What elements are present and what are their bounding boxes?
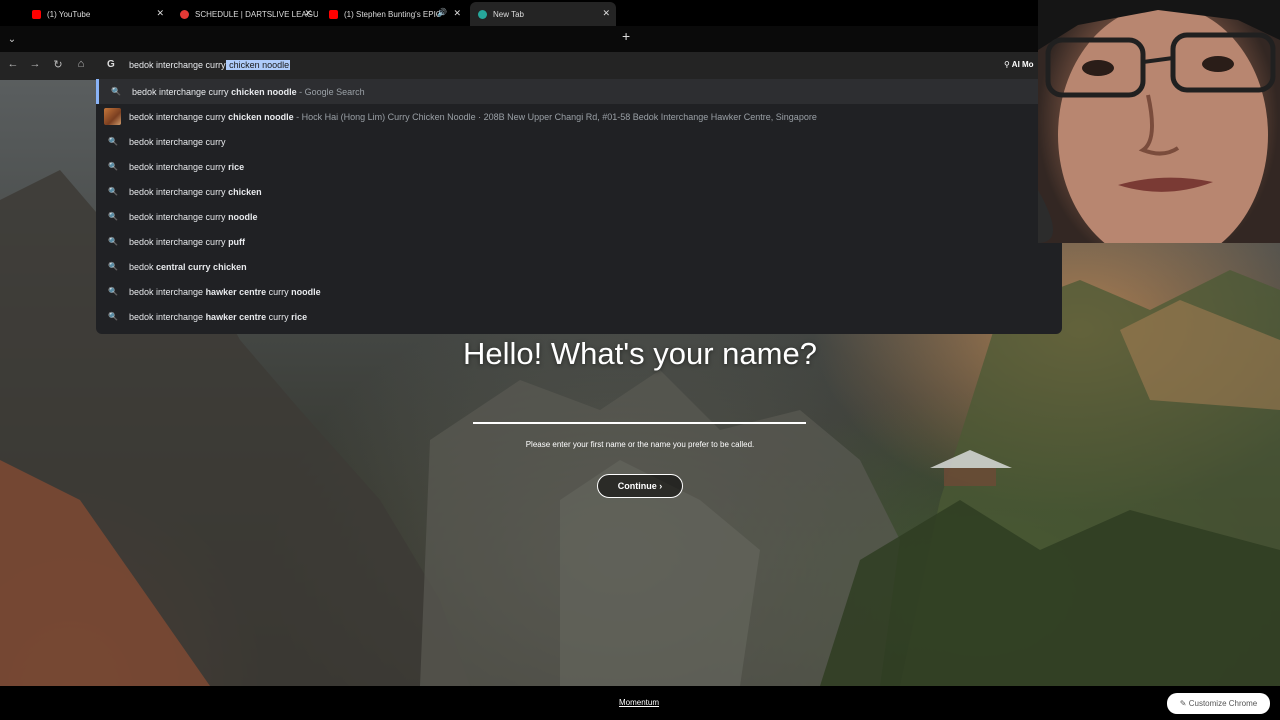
tab-strip: ⌄ — [0, 26, 1038, 52]
momentum-link[interactable]: Momentum — [619, 698, 659, 707]
search-icon: 🔍 — [108, 287, 118, 296]
tab-title: SCHEDULE | DARTSLIVE LEAGUE — [195, 9, 318, 19]
search-icon: 🔍 — [111, 87, 121, 96]
ai-mode-label: AI Mo — [1011, 60, 1034, 69]
search-icon: 🔍 — [108, 162, 118, 171]
suggestion-text: bedok interchange curry chicken — [129, 186, 262, 197]
reload-icon[interactable]: ↻ — [50, 58, 66, 71]
suggestion-text: bedok interchange curry noodle — [129, 211, 258, 222]
suggestion-item[interactable]: 🔍 bedok central curry chicken — [96, 254, 1062, 279]
omnibox-input[interactable]: bedok interchange curry chicken noodle — [129, 60, 291, 70]
suggestion-item[interactable]: 🔍 bedok interchange hawker centre curry … — [96, 304, 1062, 329]
suggestion-text: bedok interchange curry chicken noodle -… — [132, 86, 365, 97]
suggestion-text: bedok interchange hawker centre curry no… — [129, 286, 321, 297]
ai-mode-button[interactable]: ⚲ AI Mo — [1004, 60, 1034, 69]
suggestion-text: bedok interchange hawker centre curry ri… — [129, 311, 308, 322]
back-icon[interactable]: ← — [5, 58, 21, 70]
suggestion-text: bedok central curry chicken — [129, 261, 247, 272]
tab-close-icon[interactable]: ✕ — [156, 8, 164, 19]
search-icon: 🔍 — [108, 137, 118, 146]
tab-close-icon[interactable]: ✕ — [304, 8, 312, 19]
momentum-favicon-icon — [478, 9, 487, 19]
audio-playing-icon[interactable]: 🔊 — [437, 8, 447, 17]
dartslive-favicon-icon — [180, 9, 189, 19]
search-icon: 🔍 — [108, 312, 118, 321]
search-icon: 🔍 — [108, 262, 118, 271]
suggestion-item[interactable]: 🔍 bedok interchange curry rice — [96, 154, 1062, 179]
search-icon: 🔍 — [108, 212, 118, 221]
tab-close-icon[interactable]: ✕ — [453, 8, 461, 19]
suggestion-item[interactable]: 🔍 bedok interchange curry noodle — [96, 204, 1062, 229]
name-hint-text: Please enter your first name or the name… — [525, 440, 755, 449]
suggestion-text: bedok interchange curry chicken noodle -… — [129, 111, 817, 122]
suggestion-text: bedok interchange curry puff — [129, 236, 246, 247]
place-thumbnail — [104, 108, 121, 125]
tab-stephen-bunting-video[interactable]: (1) Stephen Bunting's EPIC 🔊 ✕ — [321, 2, 467, 26]
search-icon: 🔍 — [108, 237, 118, 246]
suggestion-item[interactable]: 🔍 bedok interchange curry chicken noodle… — [96, 79, 1062, 104]
tab-close-icon[interactable]: ✕ — [602, 8, 610, 19]
webcam-overlay — [1038, 0, 1280, 243]
suggestion-item[interactable]: 🔍 bedok interchange hawker centre curry … — [96, 279, 1062, 304]
customize-chrome-button[interactable]: ✎ Customize Chrome — [1167, 693, 1270, 714]
omnibox-suggestions-dropdown: 🔍 bedok interchange curry chicken noodle… — [96, 79, 1062, 334]
continue-button[interactable]: Continue › — [597, 474, 683, 498]
omnibox-autocomplete-selection: chicken noodle — [225, 60, 291, 70]
tab-search-chevron-icon[interactable]: ⌄ — [4, 31, 20, 47]
new-tab-button[interactable]: + — [622, 28, 630, 44]
tab-title: New Tab — [493, 9, 524, 19]
tab-youtube[interactable]: (1) YouTube ✕ — [24, 2, 170, 26]
search-icon: 🔍 — [108, 187, 118, 196]
suggestion-item-place[interactable]: bedok interchange curry chicken noodle -… — [96, 104, 1062, 129]
omnibox-typed-text: bedok interchange curry — [129, 60, 226, 70]
tab-title: (1) YouTube — [47, 9, 91, 19]
tab-new-tab[interactable]: New Tab ✕ — [470, 2, 616, 26]
suggestion-item[interactable]: 🔍 bedok interchange curry — [96, 129, 1062, 154]
google-search-engine-icon: G — [107, 59, 115, 70]
home-icon[interactable]: ⌂ — [73, 58, 89, 70]
suggestion-text: bedok interchange curry rice — [129, 161, 245, 172]
youtube-favicon-icon — [32, 9, 41, 19]
tab-dartslive-schedule[interactable]: SCHEDULE | DARTSLIVE LEAGUE ✕ — [172, 2, 318, 26]
greeting-heading: Hello! What's your name? — [463, 336, 817, 371]
tab-title: (1) Stephen Bunting's EPIC — [344, 9, 442, 19]
name-input[interactable] — [473, 422, 806, 424]
suggestion-item[interactable]: 🔍 bedok interchange curry puff — [96, 229, 1062, 254]
forward-icon[interactable]: → — [27, 58, 43, 70]
suggestion-item[interactable]: 🔍 bedok interchange curry chicken — [96, 179, 1062, 204]
suggestion-text: bedok interchange curry — [129, 136, 226, 147]
youtube-favicon-icon — [329, 9, 338, 19]
